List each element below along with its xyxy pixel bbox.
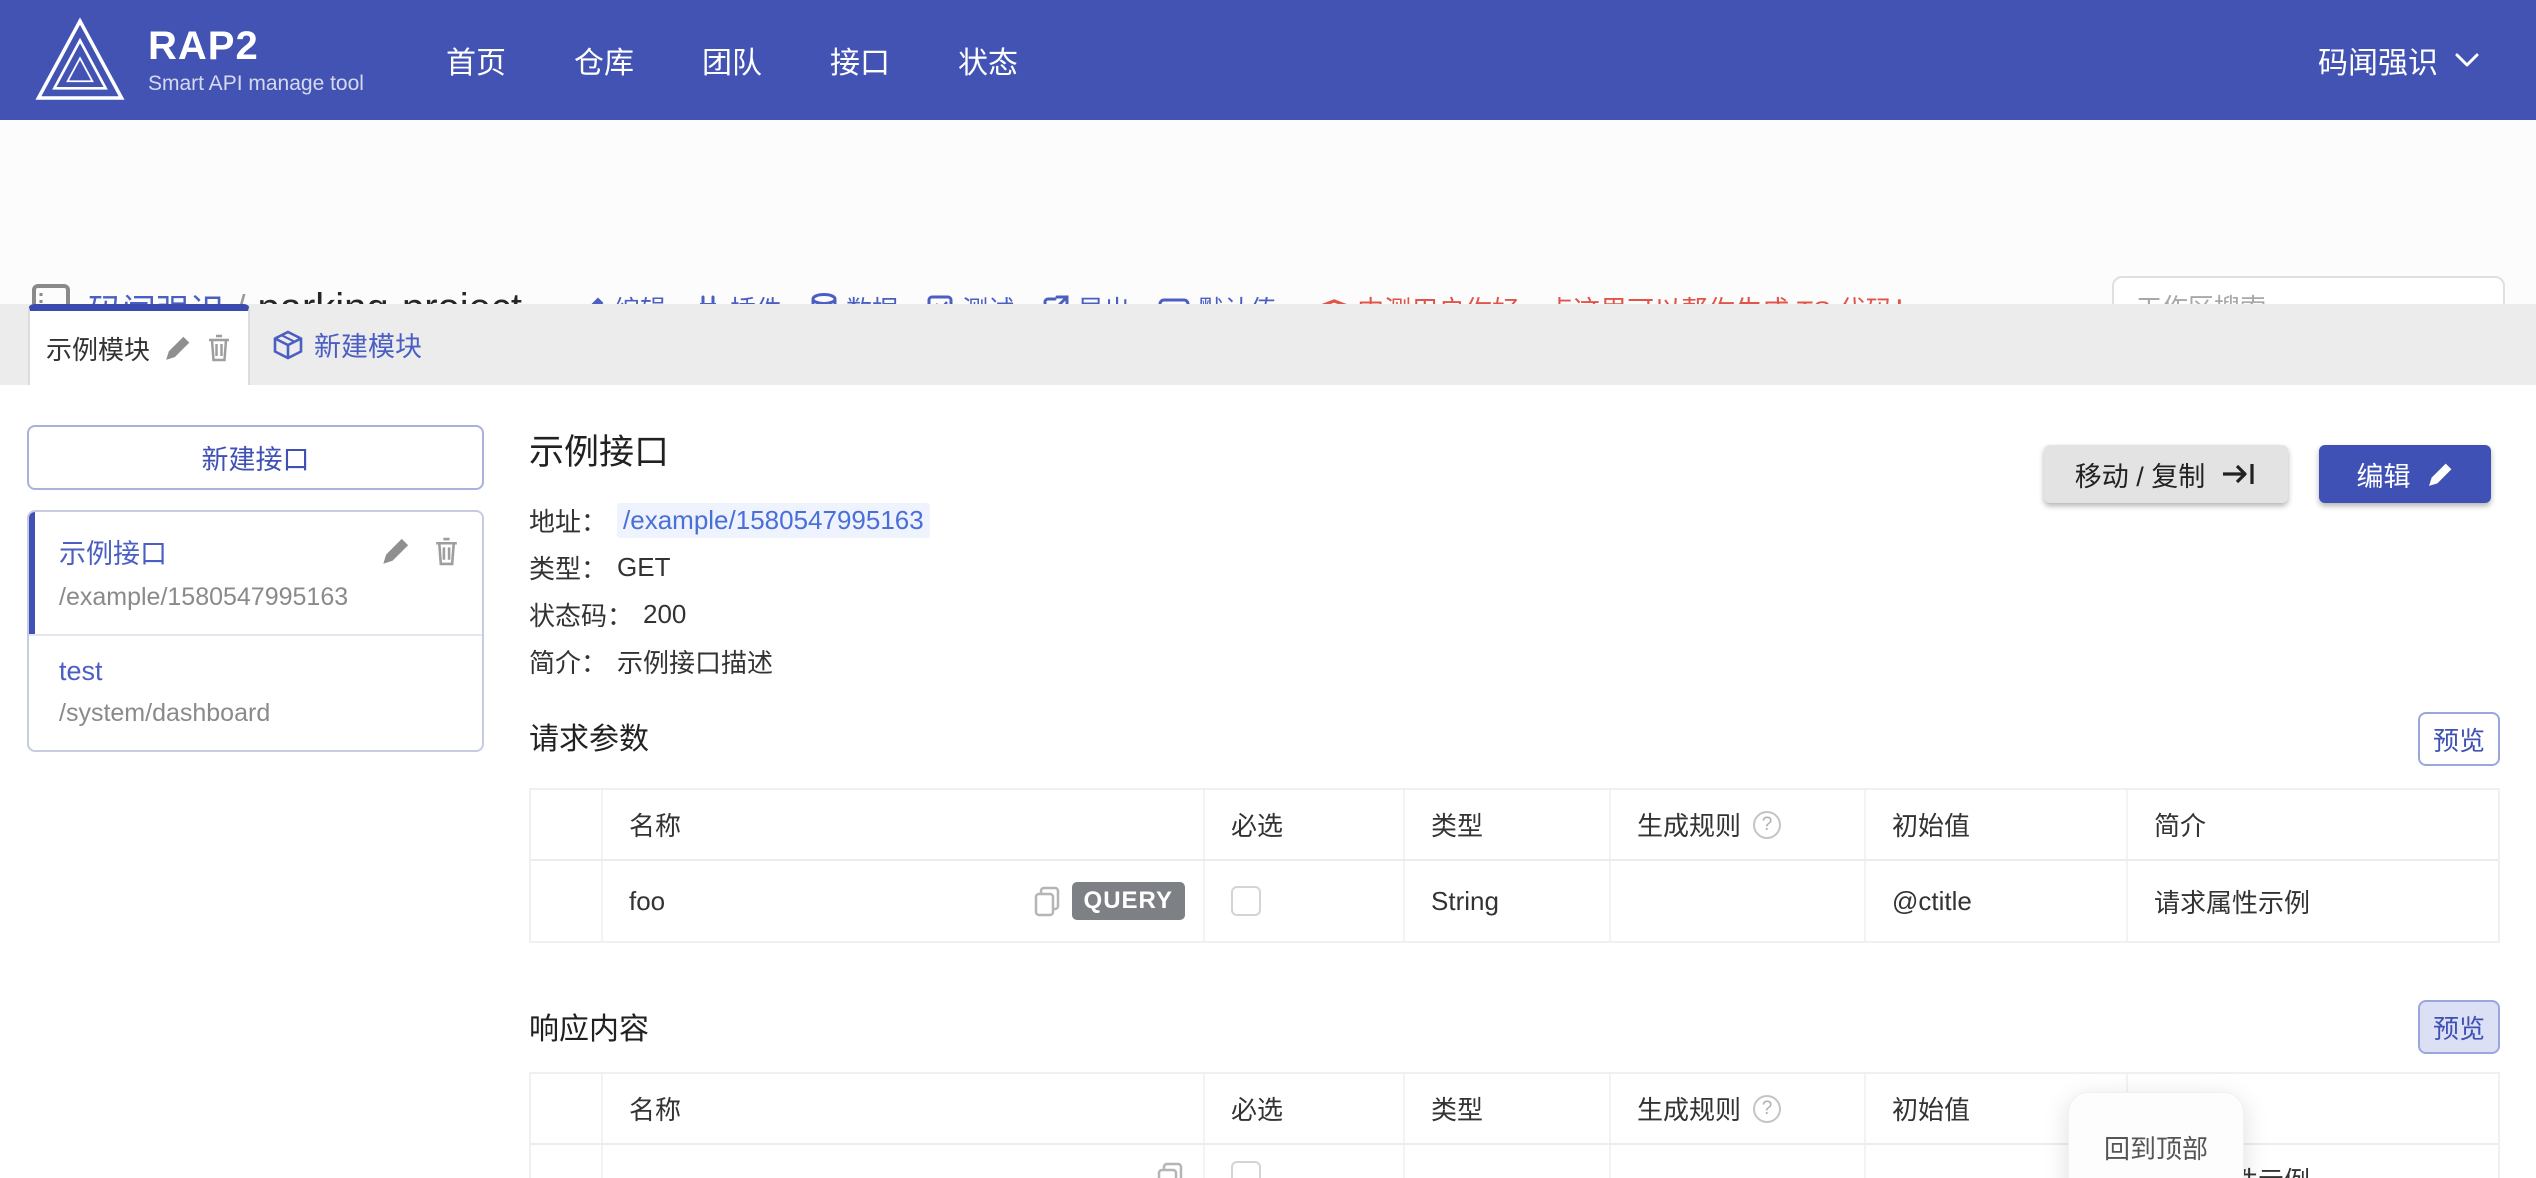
- param-name-cell: foo QUERY: [603, 861, 1205, 941]
- interface-address-link[interactable]: /example/1580547995163: [617, 503, 930, 538]
- logo-subtitle: Smart API manage tool: [148, 72, 364, 96]
- row-handle-header: [531, 790, 603, 859]
- required-checkbox[interactable]: [1231, 1161, 1261, 1178]
- interface-fields: 地址： /example/1580547995163 类型： GET 状态码： …: [529, 497, 930, 685]
- copy-icon[interactable]: [1155, 1161, 1185, 1178]
- move-copy-button[interactable]: 移动 / 复制: [2044, 445, 2288, 503]
- param-type-cell: String: [1405, 861, 1611, 941]
- param-rule-cell: [1611, 861, 1866, 941]
- field-description: 简介： 示例接口描述: [529, 638, 930, 685]
- table-header-row: 名称 必选 类型 生成规则 ? 初始值 简介: [531, 790, 2498, 861]
- interface-title: 示例接口: [529, 424, 669, 475]
- row-handle[interactable]: [531, 861, 603, 941]
- delete-module-trash-icon[interactable]: [206, 333, 232, 363]
- param-description-cell: 请求属性示例: [2128, 861, 2488, 941]
- logo-title: RAP2: [148, 24, 364, 68]
- arrow-to-bar-icon: [2221, 461, 2257, 487]
- col-type: 类型: [1405, 1074, 1611, 1143]
- account-menu[interactable]: 码闻强识: [2318, 0, 2480, 120]
- tab-example-module[interactable]: 示例模块: [28, 304, 250, 385]
- field-type: 类型： GET: [529, 544, 930, 591]
- delete-interface-trash-icon[interactable]: [433, 536, 460, 567]
- required-checkbox[interactable]: [1231, 886, 1261, 916]
- field-address: 地址： /example/1580547995163: [529, 497, 930, 544]
- prop-rule-cell: [1611, 1145, 1866, 1178]
- request-params-title: 请求参数: [529, 714, 649, 758]
- col-required: 必选: [1205, 790, 1405, 859]
- edit-interface-button[interactable]: 编辑: [2319, 445, 2491, 503]
- rap2-workspace-page: RAP2 Smart API manage tool 首页 仓库 团队 接口 状…: [0, 0, 2536, 1178]
- prop-required-cell: [1205, 1145, 1405, 1178]
- nav-item-interface[interactable]: 接口: [830, 38, 890, 82]
- rap2-logo[interactable]: RAP2 Smart API manage tool: [34, 13, 364, 107]
- nav-item-status[interactable]: 状态: [958, 38, 1018, 82]
- field-status-code: 状态码： 200: [529, 591, 930, 638]
- col-rule: 生成规则 ?: [1611, 790, 1866, 859]
- main-nav: 首页 仓库 团队 接口 状态: [446, 38, 1086, 82]
- param-required-cell: [1205, 861, 1405, 941]
- interface-path: /system/dashboard: [59, 699, 458, 728]
- new-interface-button[interactable]: 新建接口: [27, 425, 484, 490]
- help-icon[interactable]: ?: [1753, 811, 1781, 839]
- logo-triangle-icon: [34, 13, 126, 107]
- col-description: 简介: [2128, 790, 2488, 859]
- top-navbar: RAP2 Smart API manage tool 首页 仓库 团队 接口 状…: [0, 0, 2536, 120]
- help-icon[interactable]: ?: [1753, 1095, 1781, 1123]
- col-rule: 生成规则 ?: [1611, 1074, 1866, 1143]
- project-header: 码闻强识 / parking-project 编辑 插件: [0, 120, 2536, 304]
- col-initial: 初始值: [1866, 790, 2128, 859]
- nav-item-team[interactable]: 团队: [702, 38, 762, 82]
- tab-label: 示例模块: [46, 330, 150, 367]
- edit-module-pencil-icon[interactable]: [164, 334, 192, 362]
- interface-path: /example/1580547995163: [59, 583, 458, 612]
- account-name: 码闻强识: [2318, 38, 2438, 82]
- row-handle[interactable]: [531, 1145, 603, 1178]
- chevron-down-icon: [2454, 51, 2480, 69]
- col-name: 名称: [603, 790, 1205, 859]
- prop-name-cell: [603, 1145, 1205, 1178]
- nav-item-home[interactable]: 首页: [446, 38, 506, 82]
- request-params-table: 名称 必选 类型 生成规则 ? 初始值 简介 foo QUERY: [529, 788, 2500, 943]
- scope-badge: QUERY: [1072, 882, 1185, 920]
- table-row: foo QUERY String @ctitle 请求属性示例: [531, 861, 2498, 941]
- col-required: 必选: [1205, 1074, 1405, 1143]
- col-name: 名称: [603, 1074, 1205, 1143]
- copy-icon[interactable]: [1032, 885, 1062, 917]
- nav-item-repository[interactable]: 仓库: [574, 38, 634, 82]
- param-initial-cell: @ctitle: [1866, 861, 2128, 941]
- response-preview-button[interactable]: 预览: [2418, 1000, 2500, 1054]
- response-content-title: 响应内容: [529, 1004, 649, 1048]
- col-type: 类型: [1405, 790, 1611, 859]
- prop-type-cell: [1405, 1145, 1611, 1178]
- back-to-top-button[interactable]: 回到顶部: [2068, 1092, 2244, 1178]
- new-module-button[interactable]: 新建模块: [272, 304, 422, 385]
- interface-list: 示例接口 /example/1580547995163 test /system…: [27, 510, 484, 752]
- edit-interface-pencil-icon[interactable]: [381, 536, 411, 566]
- row-handle-header: [531, 1074, 603, 1143]
- box-icon: [272, 329, 304, 361]
- interface-list-item-test[interactable]: test /system/dashboard: [29, 634, 482, 750]
- interface-list-item-example[interactable]: 示例接口 /example/1580547995163: [29, 512, 482, 634]
- module-tabstrip: 示例模块 新建模块: [0, 304, 2536, 385]
- request-preview-button[interactable]: 预览: [2418, 712, 2500, 766]
- pencil-icon: [2427, 461, 2454, 488]
- interface-name[interactable]: test: [59, 656, 458, 687]
